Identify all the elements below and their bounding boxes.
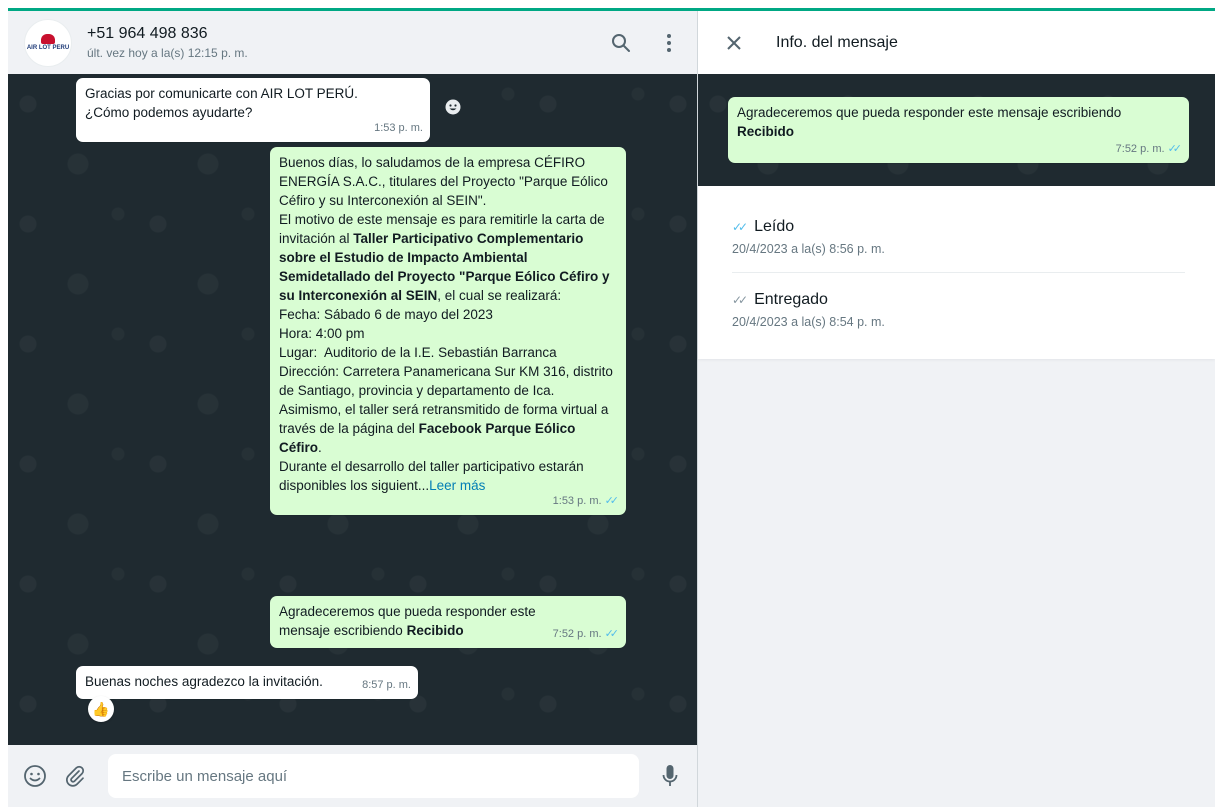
info-header: Info. del mensaje xyxy=(698,11,1215,74)
double-check-icon: ✓✓ xyxy=(604,495,620,507)
message-time: 1:53 p. m. xyxy=(552,495,602,507)
reaction-badge[interactable]: 👍 xyxy=(88,696,114,722)
message-paragraph: Buenos días, lo saludamos de la empresa … xyxy=(279,155,608,208)
event-date: Fecha: Sábado 6 de mayo del 2023 xyxy=(279,307,493,322)
message-time: 7:52 p. m. xyxy=(1115,143,1165,155)
app-window: AIR LOT PERU +51 964 498 836 últ. vez ho… xyxy=(8,8,1215,807)
preview-text: Agradeceremos que pueda responder este m… xyxy=(737,103,1181,141)
message-outgoing[interactable]: Buenos días, lo saludamos de la empresa … xyxy=(270,147,626,515)
message-meta: 7:52 p. m. ✓✓ xyxy=(553,625,619,644)
search-icon[interactable] xyxy=(609,31,633,55)
double-check-icon: ✓✓ xyxy=(732,293,748,307)
event-place: Lugar: Auditorio de la I.E. Sebastián Ba… xyxy=(279,345,557,360)
message-paragraph: Asimismo, el taller será retransmitido d… xyxy=(279,400,616,457)
bold-text: Recibido xyxy=(406,623,464,638)
status-label: Entregado xyxy=(754,291,828,308)
message-meta: 7:52 p. m. ✓✓ xyxy=(1116,140,1182,159)
chat-pane: AIR LOT PERU +51 964 498 836 últ. vez ho… xyxy=(8,11,698,807)
mic-icon[interactable] xyxy=(657,763,683,789)
contact-info[interactable]: +51 964 498 836 últ. vez hoy a la(s) 12:… xyxy=(87,25,585,60)
message-outgoing[interactable]: Agradeceremos que pueda responder este m… xyxy=(270,596,626,648)
status-read: ✓✓ Leído 20/4/2023 a la(s) 8:56 p. m. xyxy=(732,210,1185,272)
status-row: ✓✓ Entregado xyxy=(732,291,1185,309)
message-text: ¿Cómo podemos ayudarte? xyxy=(85,105,253,120)
event-time: Hora: 4:00 pm xyxy=(279,326,365,341)
contact-name: +51 964 498 836 xyxy=(87,25,208,42)
message-incoming[interactable]: Gracias por comunicarte con AIR LOT PERÚ… xyxy=(76,78,430,142)
event-address: Dirección: Carretera Panamericana Sur KM… xyxy=(279,364,613,398)
message-incoming[interactable]: Buenas noches agradezco la invitación. 8… xyxy=(76,666,418,699)
message-info-pane: Info. del mensaje Agradeceremos que pued… xyxy=(698,11,1215,807)
message-time: 8:57 p. m. xyxy=(362,679,411,691)
close-icon[interactable] xyxy=(722,31,746,55)
avatar-logo-text: AIR LOT PERU xyxy=(26,45,70,51)
bold-text: Recibido xyxy=(737,124,795,139)
delivery-status: ✓✓ Leído 20/4/2023 a la(s) 8:56 p. m. ✓✓… xyxy=(698,186,1215,359)
attach-icon[interactable] xyxy=(62,763,88,789)
double-check-icon: ✓✓ xyxy=(1167,143,1183,155)
double-check-icon: ✓✓ xyxy=(604,628,620,640)
double-check-icon: ✓✓ xyxy=(732,220,748,234)
status-row: ✓✓ Leído xyxy=(732,218,1185,236)
status-delivered: ✓✓ Entregado 20/4/2023 a la(s) 8:54 p. m… xyxy=(732,272,1185,345)
menu-icon[interactable] xyxy=(657,31,681,55)
status-date: 20/4/2023 a la(s) 8:54 p. m. xyxy=(732,315,885,329)
read-more-link[interactable]: Leer más xyxy=(429,478,485,493)
message-meta: 1:53 p. m. ✓✓ xyxy=(553,492,619,511)
text-span: , el cual se realizará: xyxy=(437,288,562,303)
message-paragraph: El motivo de este mensaje es para remiti… xyxy=(279,210,616,305)
text-span: Agradeceremos que pueda responder este m… xyxy=(737,105,1122,120)
avatar[interactable]: AIR LOT PERU xyxy=(24,18,72,67)
status-date: 20/4/2023 a la(s) 8:56 p. m. xyxy=(732,242,885,256)
chat-header: AIR LOT PERU +51 964 498 836 últ. vez ho… xyxy=(8,11,697,74)
message-paragraph: Durante el desarrollo del taller partici… xyxy=(279,457,616,495)
info-title: Info. del mensaje xyxy=(776,33,898,51)
logo-icon xyxy=(41,34,55,44)
message-meta: 1:53 p. m. xyxy=(374,119,423,138)
message-time: 7:52 p. m. xyxy=(552,628,602,640)
emoji-icon[interactable] xyxy=(22,763,48,789)
status-label: Leído xyxy=(754,218,795,235)
message-meta: 8:57 p. m. xyxy=(362,676,411,695)
smiley-icon[interactable] xyxy=(442,96,464,118)
message-text: Gracias por comunicarte con AIR LOT PERÚ… xyxy=(85,86,358,101)
message-composer xyxy=(8,745,697,807)
message-list[interactable]: Gracias por comunicarte con AIR LOT PERÚ… xyxy=(8,74,697,745)
message-preview: Agradeceremos que pueda responder este m… xyxy=(698,74,1215,186)
preview-bubble: Agradeceremos que pueda responder este m… xyxy=(728,97,1189,163)
text-span: . xyxy=(318,440,322,455)
message-input[interactable] xyxy=(108,754,639,798)
message-time: 1:53 p. m. xyxy=(374,122,423,134)
last-seen-status: últ. vez hoy a la(s) 12:15 p. m. xyxy=(87,46,248,60)
